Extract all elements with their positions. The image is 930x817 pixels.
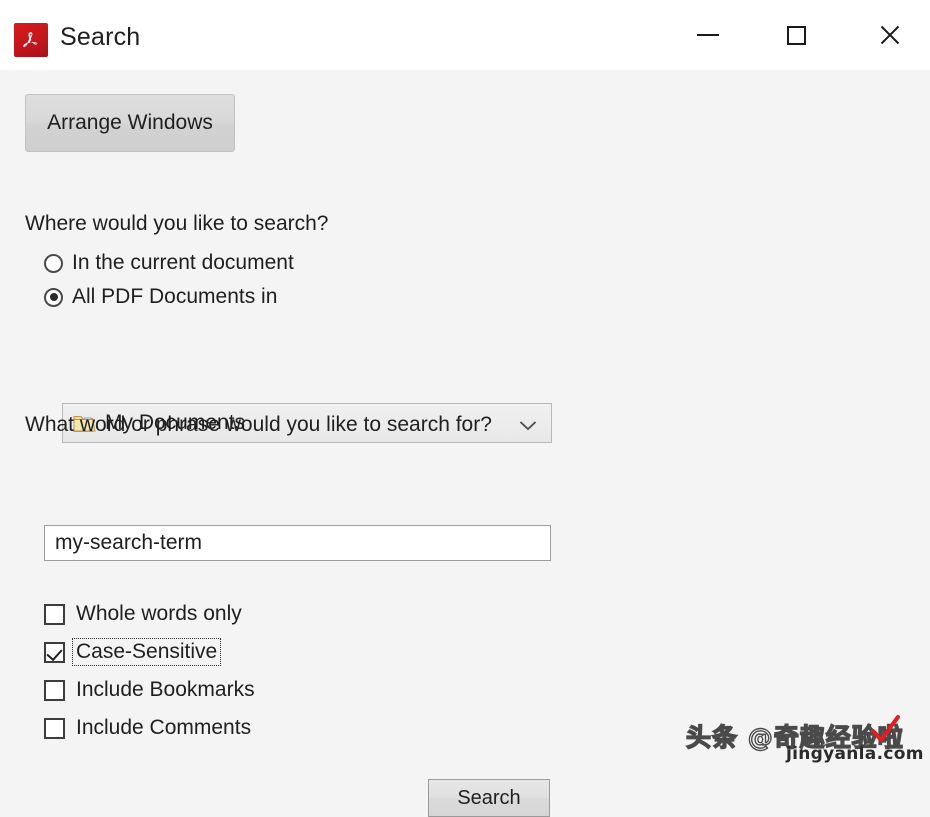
adobe-acrobat-icon — [14, 23, 48, 57]
checkbox-checked-icon — [44, 641, 65, 663]
radio-unselected-icon — [44, 253, 63, 273]
checkbox-label-include-bookmarks: Include Bookmarks — [76, 678, 255, 701]
checkbox-unchecked-icon — [44, 679, 65, 701]
checkbox-unchecked-icon — [44, 717, 65, 739]
radio-label-all-pdf-documents: All PDF Documents in — [72, 285, 278, 308]
checkbox-include-comments[interactable]: Include Comments — [44, 715, 254, 741]
checkbox-label-include-comments: Include Comments — [76, 716, 252, 739]
checkbox-whole-words-only[interactable]: Whole words only — [44, 601, 245, 627]
checkbox-unchecked-icon — [44, 603, 65, 625]
window-title: Search — [60, 23, 141, 51]
maximize-button[interactable] — [762, 0, 830, 70]
search-button[interactable]: Search — [428, 779, 550, 817]
radio-label-current-document: In the current document — [72, 251, 294, 274]
close-icon — [878, 23, 902, 47]
watermark-check-icon — [868, 714, 902, 748]
radio-all-pdf-documents[interactable]: All PDF Documents in — [44, 285, 277, 309]
checkbox-case-sensitive[interactable]: Case-Sensitive — [44, 638, 222, 666]
query-question-label: What word or phrase would you like to se… — [25, 413, 492, 436]
radio-selected-icon — [44, 287, 63, 307]
watermark: 头条 @奇趣经验啦 jingyanla.com — [682, 714, 924, 768]
checkbox-label-whole-words-only: Whole words only — [76, 602, 242, 625]
minimize-button[interactable] — [674, 0, 742, 70]
radio-in-current-document[interactable]: In the current document — [44, 251, 294, 275]
watermark-sub-text: jingyanla.com — [786, 744, 924, 764]
dialog-body: Arrange Windows Where would you like to … — [0, 70, 930, 817]
checkbox-label-case-sensitive: Case-Sensitive — [71, 638, 222, 666]
scope-question-label: Where would you like to search? — [25, 212, 329, 235]
maximize-icon — [786, 25, 806, 45]
search-term-input[interactable] — [44, 525, 551, 561]
close-button[interactable] — [856, 0, 924, 70]
title-bar: Search — [0, 0, 930, 70]
arrange-windows-button[interactable]: Arrange Windows — [25, 94, 235, 152]
watermark-main-text: 头条 @奇趣经验啦 — [685, 722, 904, 752]
chevron-down-icon — [519, 418, 537, 430]
minimize-icon — [697, 34, 719, 36]
checkbox-include-bookmarks[interactable]: Include Bookmarks — [44, 677, 258, 703]
